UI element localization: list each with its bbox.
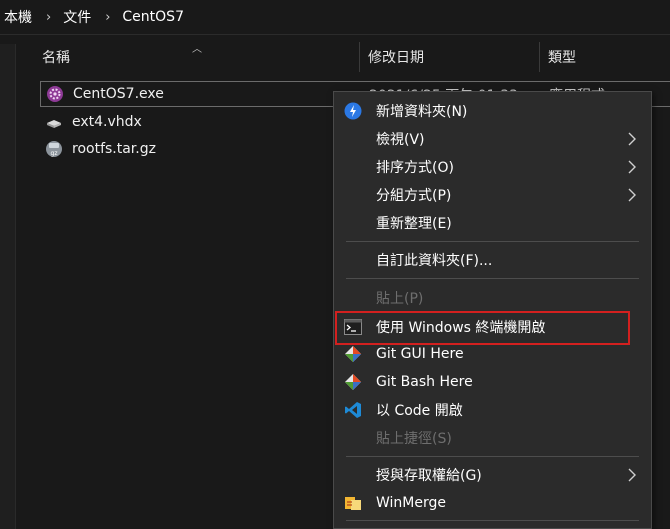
file-name: ext4.vhdx [72,114,142,130]
svg-text:gz: gz [51,150,58,157]
winmerge-icon [344,494,362,512]
menu-item-customize-folder[interactable]: 自訂此資料夾(F)... [334,246,651,274]
column-divider[interactable] [359,42,360,72]
file-row-rootfs-tar-gz[interactable]: gz rootfs.tar.gz [40,136,340,162]
menu-item-view[interactable]: 檢視(V) [334,125,651,153]
sort-ascending-icon: ︿ [192,44,202,55]
menu-label: 檢視(V) [376,132,425,148]
menu-label: 貼上捷徑(S) [376,431,452,447]
git-icon [344,373,362,391]
file-name: rootfs.tar.gz [72,141,156,157]
chevron-right-icon [628,468,636,482]
menu-label: 重新整理(E) [376,216,452,232]
menu-item-git-bash-here[interactable]: Git Bash Here [334,368,651,396]
menu-item-open-in-terminal[interactable]: 使用 Windows 終端機開啟 [334,313,651,341]
menu-item-paste-shortcut[interactable]: 貼上捷徑(S) [334,424,651,452]
menu-label: 貼上(P) [376,291,424,307]
breadcrumb-item-this-pc[interactable]: 本機 [0,7,38,27]
vscode-icon [344,401,362,419]
menu-item-sort-by[interactable]: 排序方式(O) [334,153,651,181]
column-name-header[interactable]: 名稱 [42,40,70,74]
menu-label: 使用 Windows 終端機開啟 [376,320,546,336]
chevron-right-icon [628,132,636,146]
menu-label: 授與存取權給(G) [376,468,482,484]
menu-item-git-gui-here[interactable]: Git GUI Here [334,340,651,368]
new-folder-icon [344,102,362,120]
context-menu: 新增資料夾(N) 檢視(V) 排序方式(O) 分組方式(P) 重新整理(E) 自… [333,91,652,529]
virtual-disk-icon [44,112,64,132]
menu-separator [346,278,639,279]
menu-label: 排序方式(O) [376,160,454,176]
file-name: CentOS7.exe [73,86,164,102]
column-date-header[interactable]: 修改日期 [368,40,424,74]
chevron-right-icon[interactable]: › [97,10,118,25]
breadcrumb-item-centos7[interactable]: CentOS7 [118,9,190,25]
menu-item-refresh[interactable]: 重新整理(E) [334,209,651,237]
menu-item-give-access[interactable]: 授與存取權給(G) [334,461,651,489]
menu-separator [346,456,639,457]
menu-item-new-folder[interactable]: 新增資料夾(N) [334,97,651,125]
chevron-right-icon [628,160,636,174]
menu-item-group-by[interactable]: 分組方式(P) [334,181,651,209]
column-header: ︿ 名稱 修改日期 類型 [16,40,670,74]
menu-separator [346,241,639,242]
menu-item-winmerge[interactable]: WinMerge [334,489,651,517]
file-row-ext4-vhdx[interactable]: ext4.vhdx [40,109,340,135]
menu-label: WinMerge [376,495,446,511]
column-divider[interactable] [539,42,540,72]
terminal-icon [344,318,362,336]
git-icon [344,345,362,363]
menu-item-paste[interactable]: 貼上(P) [334,284,651,312]
chevron-right-icon[interactable]: › [38,10,59,25]
chevron-right-icon [628,188,636,202]
column-type-header[interactable]: 類型 [548,40,576,74]
menu-label: 自訂此資料夾(F)... [376,253,493,269]
navigation-pane-edge[interactable] [0,44,16,529]
menu-label: Git GUI Here [376,346,464,362]
menu-label: Git Bash Here [376,374,473,390]
menu-label: 新增資料夾(N) [376,104,468,120]
exe-app-icon [45,84,65,104]
menu-label: 以 Code 開啟 [376,403,463,419]
menu-item-open-with-code[interactable]: 以 Code 開啟 [334,396,651,424]
breadcrumb: 本機 › 文件 › CentOS7 [0,0,670,34]
divider [0,34,670,35]
archive-gz-icon: gz [44,139,64,159]
menu-separator [346,520,639,521]
breadcrumb-item-documents[interactable]: 文件 [59,7,97,27]
menu-label: 分組方式(P) [376,188,452,204]
